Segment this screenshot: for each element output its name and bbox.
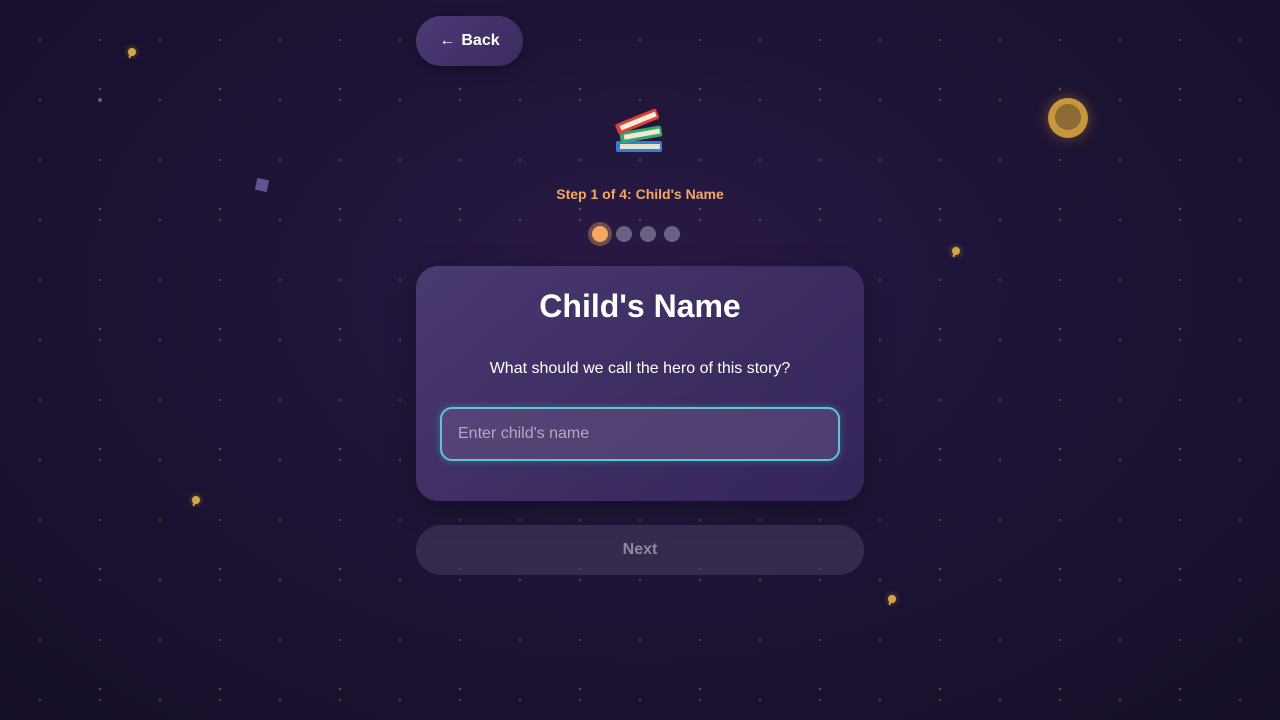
moon-crater xyxy=(1055,104,1081,130)
step-progress-dots xyxy=(592,222,680,246)
dust-decoration xyxy=(98,98,102,102)
sparkle-decoration xyxy=(128,48,136,56)
name-step-card: Child's Name What should we call the her… xyxy=(416,266,864,501)
step-dot-2 xyxy=(616,226,632,242)
sparkle-decoration xyxy=(952,247,960,255)
back-arrow-icon: ← xyxy=(439,32,456,49)
card-title: Child's Name xyxy=(539,288,741,324)
step-dot-1-active xyxy=(592,226,608,242)
books-icon xyxy=(615,108,663,152)
step-dot-3 xyxy=(640,226,656,242)
back-button-label: Back xyxy=(461,32,500,49)
card-question: What should we call the hero of this sto… xyxy=(489,360,791,377)
next-button[interactable]: Next xyxy=(416,525,864,575)
sparkle-decoration xyxy=(192,496,200,504)
next-button-label: Next xyxy=(622,541,658,558)
moon-icon xyxy=(1048,98,1088,138)
step-progress-label: Step 1 of 4: Child's Name xyxy=(556,186,724,202)
step-dot-4 xyxy=(664,226,680,242)
back-button[interactable]: ← Back xyxy=(416,16,523,66)
child-name-input[interactable] xyxy=(440,407,840,461)
sparkle-decoration xyxy=(888,595,896,603)
